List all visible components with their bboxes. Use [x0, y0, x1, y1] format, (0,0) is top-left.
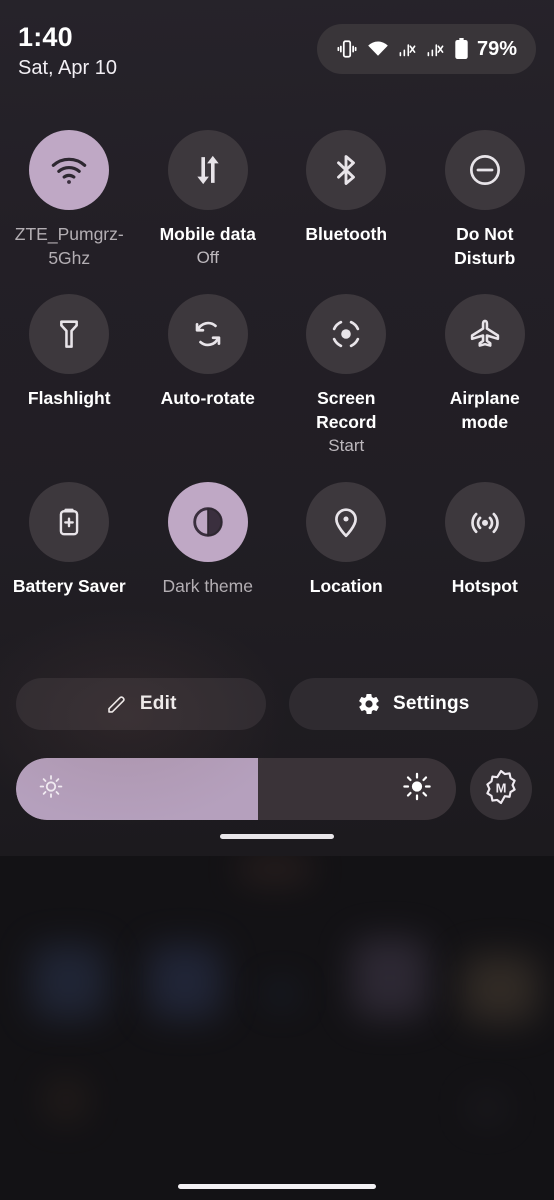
- tile-hotspot-circle[interactable]: [444, 482, 525, 562]
- edit-button-label: Edit: [139, 693, 177, 714]
- wifi-icon: [49, 150, 89, 190]
- tile-wifi-labels: ZTE_Pumgrz-5Ghz: [10, 222, 128, 270]
- wallpaper-blob: [148, 945, 222, 1019]
- wifi-icon: [367, 38, 389, 60]
- wallpaper-blob: [46, 1080, 86, 1120]
- tile-flashlight-circle[interactable]: [29, 294, 110, 374]
- shade-drag-handle[interactable]: [220, 834, 334, 839]
- tile-do-not-disturb[interactable]: Do Not Disturb: [416, 130, 554, 270]
- battery-percent-label: 79%: [476, 37, 517, 60]
- tile-flashlight[interactable]: Flashlight: [0, 294, 139, 458]
- location-pin-icon: [328, 504, 364, 540]
- brightness-row: M: [16, 758, 538, 820]
- tile-dark-theme[interactable]: Dark theme: [139, 482, 278, 598]
- tile-dark-theme-circle[interactable]: [167, 482, 248, 562]
- status-time: 1:40: [18, 22, 73, 52]
- tile-wifi-circle[interactable]: [29, 130, 110, 210]
- tile-wifi-label: ZTE_Pumgrz-5Ghz: [14, 224, 124, 268]
- tile-auto-rotate-label: Auto-rotate: [160, 388, 255, 408]
- signal-no-sim-icon: [398, 39, 417, 59]
- tile-mobile-data[interactable]: Mobile data Off: [139, 130, 278, 270]
- wallpaper-blob: [352, 938, 428, 1018]
- status-bar: 1:40 Sat, Apr 10 79%: [0, 0, 554, 96]
- hotspot-icon: [467, 504, 503, 540]
- tile-location-label: Location: [309, 576, 383, 596]
- wallpaper-blob: [240, 856, 310, 882]
- quick-settings-tile-grid: ZTE_Pumgrz-5Ghz Mobile data Off Bluetoot…: [0, 130, 554, 598]
- clock-block: 1:40 Sat, Apr 10: [18, 22, 117, 81]
- tile-hotspot[interactable]: Hotspot: [416, 482, 554, 598]
- airplane-icon: [467, 316, 503, 352]
- brightness-slider[interactable]: [16, 758, 456, 820]
- flashlight-icon: [52, 317, 86, 351]
- signal-no-sim-icon: [426, 39, 445, 59]
- tile-auto-rotate[interactable]: Auto-rotate: [139, 294, 278, 458]
- tile-do-not-disturb-circle[interactable]: [444, 130, 525, 210]
- tile-bluetooth-labels: Bluetooth: [287, 222, 405, 246]
- vibrate-icon: [336, 38, 358, 60]
- tile-battery-saver-label: Battery Saver: [12, 576, 126, 596]
- battery-icon: [454, 37, 469, 61]
- edit-button[interactable]: Edit: [16, 678, 266, 730]
- tile-screen-record-labels: Screen Record Start: [287, 386, 405, 458]
- auto-rotate-icon: [190, 316, 226, 352]
- dark-theme-icon: [189, 503, 227, 541]
- battery-saver-icon: [52, 505, 86, 539]
- tile-screen-record[interactable]: Screen Record Start: [277, 294, 416, 458]
- tile-flashlight-labels: Flashlight: [10, 386, 128, 410]
- brightness-high-icon: [402, 772, 432, 807]
- tile-airplane-mode-label: Airplane mode: [449, 388, 520, 432]
- tile-mobile-data-sub: Off: [196, 248, 219, 267]
- tile-dark-theme-labels: Dark theme: [149, 574, 267, 598]
- pencil-icon: [105, 693, 128, 716]
- tile-location-circle[interactable]: [306, 482, 387, 562]
- tile-battery-saver-circle[interactable]: [29, 482, 110, 562]
- tile-bluetooth-circle[interactable]: [306, 130, 387, 210]
- tile-airplane-mode-labels: Airplane mode: [426, 386, 544, 434]
- tile-airplane-mode[interactable]: Airplane mode: [416, 294, 554, 458]
- tile-flashlight-label: Flashlight: [27, 388, 111, 408]
- tile-auto-rotate-labels: Auto-rotate: [149, 386, 267, 410]
- tile-wifi[interactable]: ZTE_Pumgrz-5Ghz: [0, 130, 139, 270]
- quick-settings-panel: 1:40 Sat, Apr 10 79% ZTE_Pumgrz-5Ghz Mob…: [0, 0, 554, 856]
- tile-dark-theme-label: Dark theme: [162, 576, 253, 596]
- mobile-data-icon: [190, 152, 226, 188]
- wallpaper-blob: [268, 985, 294, 1003]
- wallpaper-blob: [462, 955, 538, 1023]
- tile-mobile-data-labels: Mobile data Off: [149, 222, 267, 270]
- bluetooth-icon: [328, 152, 364, 188]
- wallpaper-blob: [470, 1095, 504, 1121]
- wallpaper-blob: [32, 945, 106, 1019]
- tile-screen-record-label: Screen Record: [316, 388, 377, 432]
- status-date: Sat, Apr 10: [18, 57, 117, 79]
- home-indicator[interactable]: [178, 1184, 376, 1189]
- settings-button-label: Settings: [392, 693, 470, 714]
- tile-battery-saver[interactable]: Battery Saver: [0, 482, 139, 598]
- tile-airplane-mode-circle[interactable]: [444, 294, 525, 374]
- screen-record-icon: [328, 316, 364, 352]
- tile-mobile-data-label: Mobile data: [159, 224, 256, 244]
- svg-text:M: M: [496, 780, 507, 795]
- brightness-low-icon: [38, 774, 64, 805]
- status-icons-pill[interactable]: 79%: [316, 24, 536, 74]
- settings-button[interactable]: Settings: [288, 678, 538, 730]
- tile-screen-record-sub: Start: [328, 436, 365, 455]
- tile-location[interactable]: Location: [277, 482, 416, 598]
- tile-location-labels: Location: [287, 574, 405, 598]
- tile-do-not-disturb-labels: Do Not Disturb: [426, 222, 544, 270]
- tile-battery-saver-labels: Battery Saver: [10, 574, 128, 598]
- tile-hotspot-label: Hotspot: [451, 576, 518, 596]
- panel-footer-buttons: Edit Settings: [16, 678, 538, 730]
- tile-hotspot-labels: Hotspot: [426, 574, 544, 598]
- auto-brightness-button[interactable]: M: [470, 758, 532, 820]
- tile-bluetooth-label: Bluetooth: [305, 224, 388, 244]
- tile-do-not-disturb-label: Do Not Disturb: [454, 224, 516, 268]
- tile-screen-record-circle[interactable]: [306, 294, 387, 374]
- tile-mobile-data-circle[interactable]: [167, 130, 248, 210]
- tile-auto-rotate-circle[interactable]: [167, 294, 248, 374]
- tile-bluetooth[interactable]: Bluetooth: [277, 130, 416, 270]
- gear-icon: [357, 692, 381, 716]
- auto-brightness-m-icon: M: [482, 768, 520, 811]
- do-not-disturb-icon: [467, 152, 503, 188]
